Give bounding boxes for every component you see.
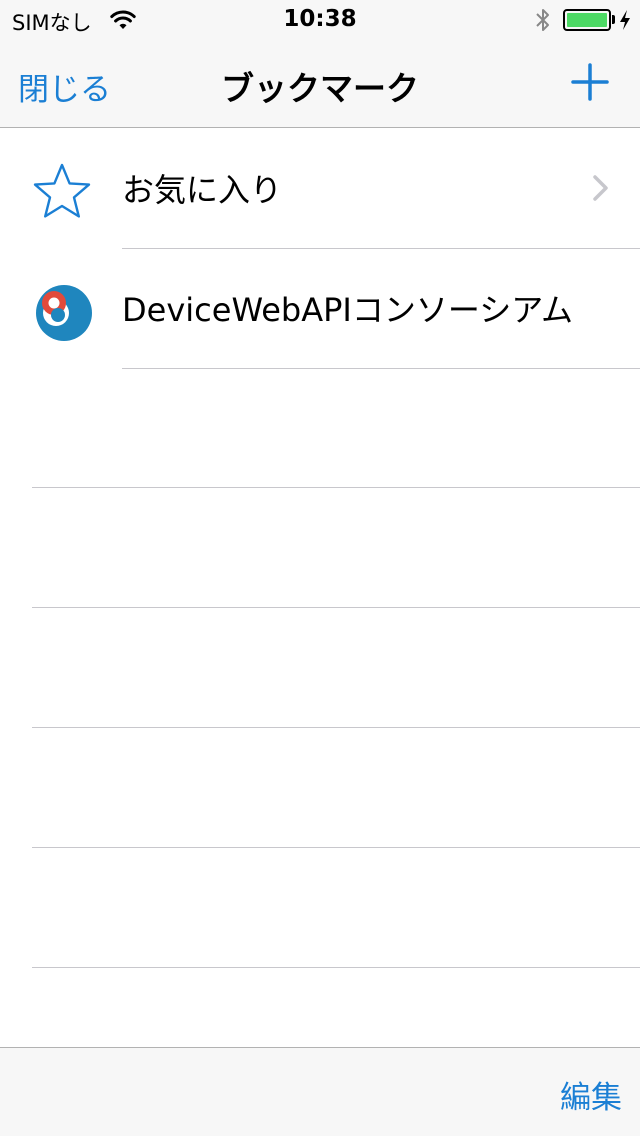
bookmark-list: お気に入り DeviceWebAPIコンソーシアム [0, 129, 640, 369]
battery-tip [612, 15, 615, 24]
row-separator [122, 368, 640, 369]
empty-row-separator [32, 967, 640, 968]
star-icon [33, 163, 91, 218]
empty-row-separator [32, 727, 640, 728]
bluetooth-icon [536, 9, 549, 31]
edit-button[interactable]: 編集 [560, 1072, 622, 1117]
page-title: ブックマーク [221, 69, 419, 108]
battery-icon [563, 9, 611, 31]
bottom-toolbar: 編集 [0, 1047, 640, 1136]
plus-icon[interactable] [570, 62, 610, 102]
bookmark-row-site[interactable]: DeviceWebAPIコンソーシアム [0, 249, 640, 369]
site-favicon-icon [36, 285, 92, 341]
bookmark-label: DeviceWebAPIコンソーシアム [122, 291, 573, 329]
empty-row-separator [32, 847, 640, 848]
top-bar: SIMなし 10:38 閉じる ブックマーク [0, 0, 640, 128]
navigation-bar: 閉じる ブックマーク [0, 40, 640, 128]
empty-row-separator [32, 487, 640, 488]
charging-bolt-icon [620, 10, 630, 30]
status-bar: SIMなし 10:38 [0, 0, 640, 40]
bookmark-label: お気に入り [122, 171, 283, 209]
bookmarks-screen: SIMなし 10:38 閉じる ブックマーク お気に入り DeviceWebAP… [0, 0, 640, 1136]
bookmark-row-favorites[interactable]: お気に入り [0, 129, 640, 249]
empty-row-separator [32, 607, 640, 608]
battery-fill [567, 13, 607, 27]
chevron-right-icon [593, 175, 608, 201]
